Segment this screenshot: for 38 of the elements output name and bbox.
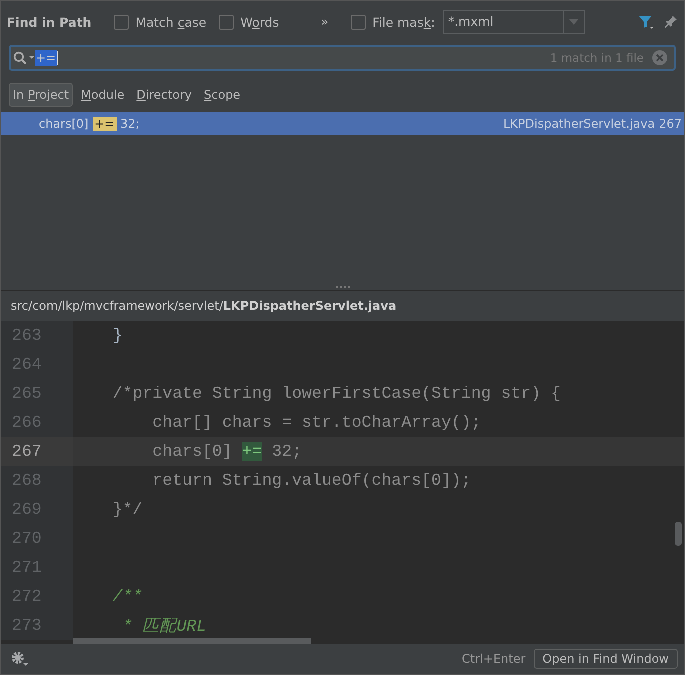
code-line: /**	[112, 587, 143, 606]
code-line: /*private String lowerFirstCase(String str) {	[112, 384, 561, 403]
checkbox-label[interactable]: File mask:	[372, 14, 436, 30]
result-text: chars[0] += 32;	[39, 116, 140, 130]
file-mask-dropdown[interactable]: *.mxml	[443, 10, 586, 34]
scope-tab[interactable]: Scope	[200, 83, 245, 107]
file-path: src/com/lkp/mvcframework/servlet/LKPDispatherServlet.java	[11, 299, 397, 313]
more-options-button[interactable]: »	[321, 15, 329, 29]
pin-icon[interactable]	[664, 15, 678, 29]
settings-icon[interactable]	[11, 651, 29, 667]
scrollbar-thumb[interactable]	[675, 522, 682, 546]
checkbox-label[interactable]: Words	[240, 14, 280, 30]
checkbox[interactable]	[218, 14, 234, 30]
code-line: * 匹配URL	[122, 616, 207, 636]
checkbox[interactable]	[114, 14, 129, 30]
dropdown-arrow-icon[interactable]	[569, 19, 580, 25]
open-in-find-window-button[interactable]: Open in Find Window	[534, 649, 678, 669]
dialog-title: Find in Path	[7, 14, 92, 30]
code-line: }*/	[112, 500, 143, 519]
code-line: }	[112, 326, 123, 345]
checkbox-label[interactable]: Match case	[136, 14, 207, 30]
shortcut-hint: Ctrl+Enter	[462, 652, 526, 666]
scrollbar-thumb[interactable]	[73, 638, 311, 644]
scope-tab[interactable]: Module	[77, 83, 129, 107]
line-number: 267	[1, 437, 73, 466]
code-line: return String.valueOf(chars[0]);	[152, 471, 472, 490]
filter-icon[interactable]	[638, 14, 654, 30]
code-line: chars[0] += 32;	[152, 442, 302, 461]
scope-tab[interactable]: Directory	[132, 83, 196, 107]
clear-icon[interactable]	[652, 50, 668, 66]
code-line: char[] chars = str.toCharArray();	[152, 413, 482, 432]
search-icon[interactable]	[13, 51, 35, 65]
result-file: LKPDispatherServlet.java	[503, 116, 656, 130]
checkbox[interactable]	[350, 14, 366, 30]
scope-tab[interactable]: In Project	[9, 83, 74, 107]
splitter-handle[interactable]	[336, 286, 350, 290]
result-row[interactable]: chars[0] += 32; LKPDispatherServlet.java 267	[1, 112, 684, 135]
result-line-number: 267	[659, 116, 682, 130]
